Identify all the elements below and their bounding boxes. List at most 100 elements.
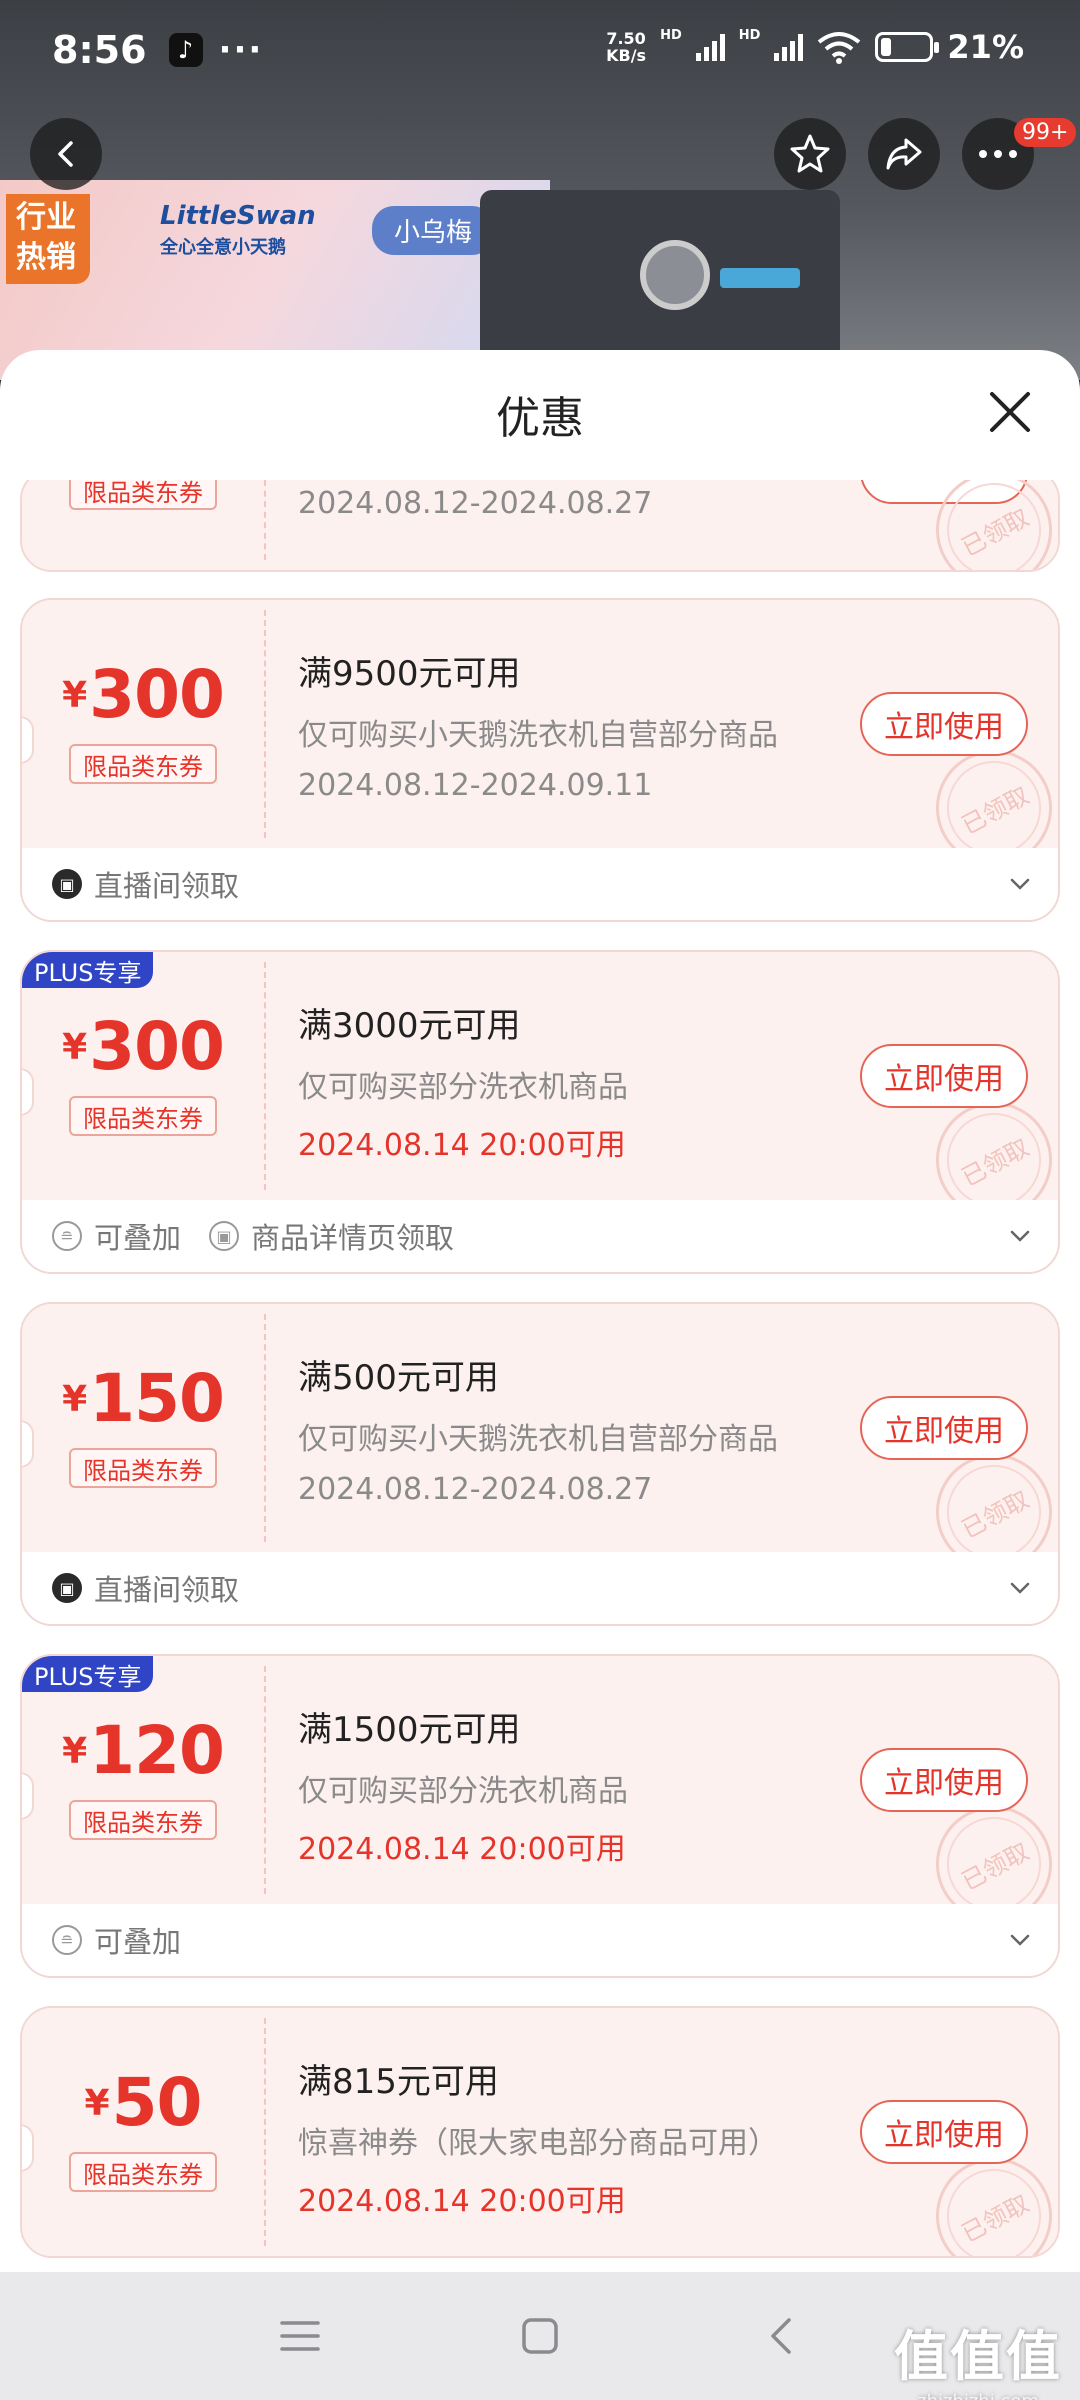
coupon-condition: 满500元可用 <box>298 1358 499 1398</box>
coupon-period: 2024.08.14 20:00可用 <box>298 1128 626 1163</box>
use-now-button[interactable]: 立即使用 <box>860 1748 1028 1812</box>
tiktok-icon: ♪ <box>168 33 203 67</box>
share-button[interactable] <box>868 118 940 190</box>
chevron-down-icon[interactable] <box>1008 1576 1032 1600</box>
use-now-button[interactable]: 立即使用 <box>860 1396 1028 1460</box>
coupon-divider <box>264 962 266 1190</box>
coupon-body: 限品类东券 2024.08.12-2024.08.27 已领取 <box>22 480 1058 570</box>
coupon-period: 2024.08.12-2024.09.11 <box>298 768 653 803</box>
coupon-value: 50 <box>111 2064 203 2141</box>
coupon-body: ¥120 限品类东券 满1500元可用 仅可购买部分洗衣机商品 2024.08.… <box>22 1656 1058 1943</box>
system-back-button[interactable] <box>750 2306 810 2366</box>
close-icon <box>990 392 1030 432</box>
status-time: 8:56 <box>52 28 147 72</box>
watermark-url: zhizhizhi.com <box>894 2391 1062 2400</box>
coupon-amount: ¥120 <box>22 1712 264 1789</box>
network-speed-unit: KB/s <box>606 46 647 65</box>
use-now-button[interactable]: 立即使用 <box>860 1044 1028 1108</box>
menu-button[interactable] <box>270 2306 330 2366</box>
network-speed-value: 7.50 <box>606 29 646 48</box>
back-icon <box>771 2318 791 2354</box>
chevron-down-icon[interactable] <box>1008 872 1032 896</box>
brand-name: LittleSwan <box>160 201 316 231</box>
coupon-amount: ¥50 <box>22 2064 264 2141</box>
coupon-condition: 满9500元可用 <box>298 654 521 694</box>
coupon-body: ¥50 限品类东券 满815元可用 惊喜神券（限大家电部分商品可用） 2024.… <box>22 2008 1058 2256</box>
coupon-type-tag: 限品类东券 <box>69 1448 217 1488</box>
coupon-list[interactable]: 限品类东券 2024.08.12-2024.08.27 已领取 ¥300 限品类… <box>0 480 1080 2270</box>
chevron-down-icon[interactable] <box>1008 1928 1032 1952</box>
favorite-button[interactable] <box>774 118 846 190</box>
coupon-amount: ¥150 <box>22 1360 264 1437</box>
sheet-title: 优惠 <box>496 393 584 444</box>
washing-machine-display <box>720 268 800 288</box>
source-label: 商品详情页领取 <box>251 1221 455 1255</box>
coupon-card: ¥50 限品类东券 满815元可用 惊喜神券（限大家电部分商品可用） 2024.… <box>20 2006 1060 2258</box>
close-button[interactable] <box>986 388 1034 436</box>
coupon-type-tag: 限品类东券 <box>69 480 217 510</box>
hot-sale-badge: 行业 热销 <box>6 194 90 284</box>
coupon-card: ¥300 限品类东券 满3000元可用 仅可购买部分洗衣机商品 2024.08.… <box>20 950 1060 1274</box>
chevron-down-icon[interactable] <box>1008 1224 1032 1248</box>
more-icon <box>979 150 1017 158</box>
stack-icon: ≘ <box>52 1221 82 1251</box>
signal-1-icon <box>695 33 725 61</box>
coupon-period: 2024.08.12-2024.08.27 <box>298 486 653 521</box>
hot-sale-line1: 行业 <box>16 200 76 235</box>
brand-logo: LittleSwan 全心全意小天鹅 <box>160 200 316 264</box>
sub-brand-pill: 小乌梅 <box>372 206 495 255</box>
battery-icon <box>875 32 940 62</box>
status-bar: 8:56 ♪ ··· 7.50 KB/s HD HD 21% <box>0 0 1080 100</box>
currency-symbol: ¥ <box>84 2083 110 2124</box>
wifi-icon <box>818 32 861 64</box>
network-speed: 7.50 KB/s <box>606 30 646 64</box>
washing-machine-knob <box>640 240 710 310</box>
currency-symbol: ¥ <box>62 1731 88 1772</box>
coupon-condition: 满1500元可用 <box>298 1710 521 1750</box>
back-button[interactable] <box>30 118 102 190</box>
coupon-card: 限品类东券 2024.08.12-2024.08.27 已领取 <box>20 480 1060 572</box>
menu-icon <box>280 2321 320 2351</box>
coupon-footer[interactable]: ▣ 直播间领取 <box>22 848 1058 920</box>
coupon-scope: 仅可购买部分洗衣机商品 <box>298 1774 628 1809</box>
coupon-period: 2024.08.14 20:00可用 <box>298 2184 626 2219</box>
coupon-condition: 满3000元可用 <box>298 1006 521 1046</box>
coupon-period: 2024.08.14 20:00可用 <box>298 1832 626 1867</box>
currency-symbol: ¥ <box>62 1027 88 1068</box>
coupon-footer[interactable]: ≘ 可叠加 ▣ 商品详情页领取 <box>22 1200 1058 1272</box>
stackable-label: ≘ 可叠加 <box>52 1215 181 1257</box>
stackable-label: ≘ 可叠加 <box>52 1919 181 1961</box>
coupon-card: ¥300 限品类东券 满9500元可用 仅可购买小天鹅洗衣机自营部分商品 202… <box>20 598 1060 922</box>
ticket-icon: ▣ <box>52 1573 82 1603</box>
coupon-value: 120 <box>89 1712 225 1789</box>
coupon-divider <box>264 480 266 560</box>
battery-percent: 21% <box>947 28 1024 66</box>
plus-exclusive-badge: PLUS专享 <box>22 1656 154 1692</box>
stack-icon: ≘ <box>52 1925 82 1955</box>
coupon-divider <box>264 1666 266 1894</box>
currency-symbol: ¥ <box>62 675 88 716</box>
coupon-sheet: 优惠 限品类东券 2024.08.12-2024.08.27 已领取 ¥300 … <box>0 350 1080 2400</box>
coupon-scope: 仅可购买部分洗衣机商品 <box>298 1070 628 1105</box>
back-icon <box>58 141 73 167</box>
site-watermark: 值值值 zhizhizhi.com <box>894 2312 1062 2400</box>
plus-exclusive-badge: PLUS专享 <box>22 952 154 988</box>
status-indicators: 7.50 KB/s HD HD 21% <box>606 28 1024 66</box>
hd-label-2: HD <box>738 28 761 43</box>
hd-label-1: HD <box>660 28 682 43</box>
currency-symbol: ¥ <box>62 1379 88 1420</box>
coupon-footer[interactable]: ▣ 直播间领取 <box>22 1552 1058 1624</box>
use-now-button[interactable]: 立即使用 <box>860 2100 1028 2164</box>
coupon-type-tag: 限品类东券 <box>69 2152 217 2192</box>
ticket-icon: ▣ <box>209 1221 240 1251</box>
coupon-footer[interactable]: ≘ 可叠加 <box>22 1904 1058 1976</box>
coupon-divider <box>264 2018 266 2246</box>
source-live-room: ▣ 直播间领取 <box>52 863 239 905</box>
source-live-room: ▣ 直播间领取 <box>52 1567 239 1609</box>
coupon-scope: 仅可购买小天鹅洗衣机自营部分商品 <box>298 718 778 753</box>
coupon-body: ¥300 限品类东券 满3000元可用 仅可购买部分洗衣机商品 2024.08.… <box>22 952 1058 1239</box>
home-button[interactable] <box>510 2306 570 2366</box>
coupon-type-tag: 限品类东券 <box>69 1800 217 1840</box>
coupon-value: 300 <box>89 656 225 733</box>
use-now-button[interactable]: 立即使用 <box>860 692 1028 756</box>
